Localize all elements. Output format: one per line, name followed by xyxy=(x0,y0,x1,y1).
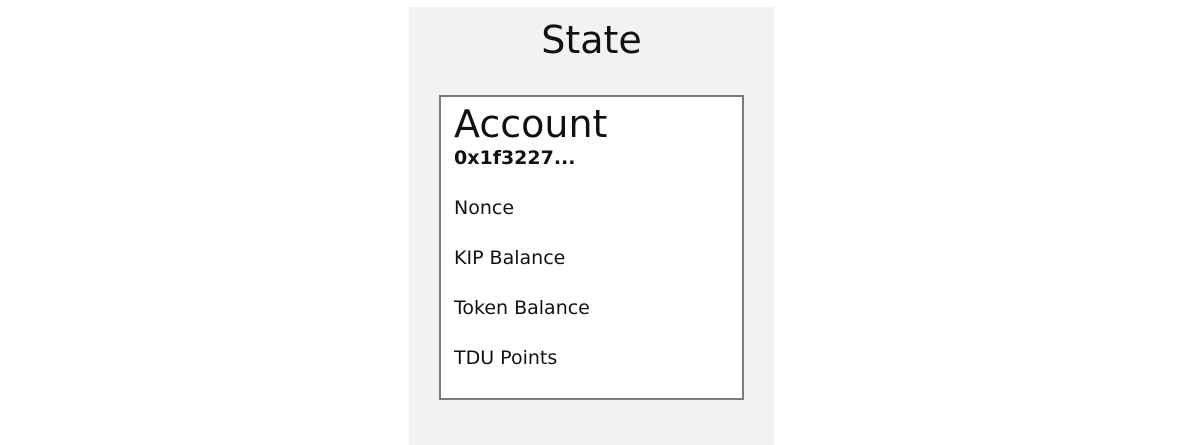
field-kip-balance: KIP Balance xyxy=(454,247,566,269)
account-address: 0x1f3227... xyxy=(454,147,576,169)
field-nonce: Nonce xyxy=(454,197,515,219)
account-title: Account xyxy=(454,102,608,146)
account-field-list: Nonce KIP Balance Token Balance TDU Poin… xyxy=(454,199,590,399)
state-title: State xyxy=(541,18,642,62)
state-panel: State Account 0x1f3227... Nonce KIP Bala… xyxy=(409,7,774,445)
account-box: Account 0x1f3227... Nonce KIP Balance To… xyxy=(439,95,744,400)
field-token-balance: Token Balance xyxy=(454,297,590,319)
field-tdu-points: TDU Points xyxy=(454,347,558,369)
